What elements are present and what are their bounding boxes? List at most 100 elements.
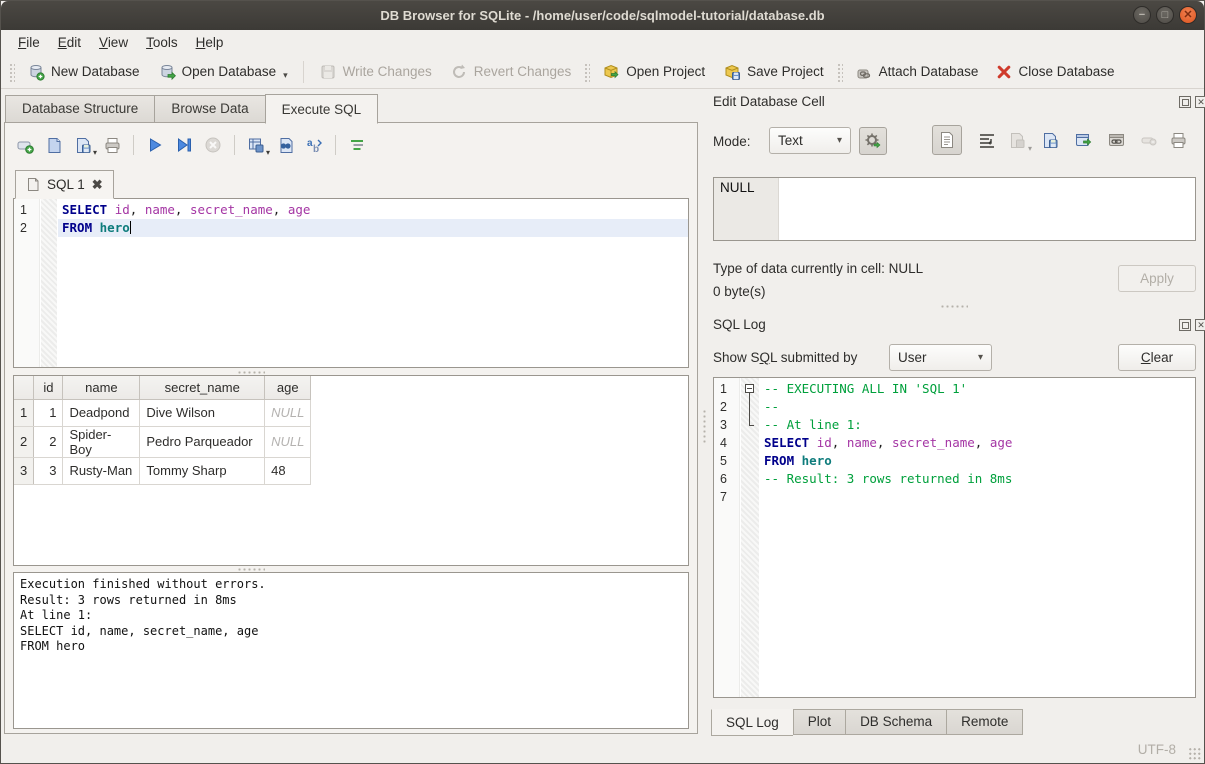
cell-type-info: Type of data currently in cell: NULL [713, 261, 923, 276]
text-mode-icon[interactable] [932, 125, 962, 155]
menu-item-tools[interactable]: Tools [137, 32, 187, 53]
table-cell[interactable]: Pedro Parqueador [140, 426, 265, 457]
menu-item-edit[interactable]: Edit [49, 32, 90, 53]
column-header-id[interactable]: id [34, 376, 63, 399]
minimize-button[interactable]: − [1133, 6, 1151, 24]
save-as-icon[interactable] [1039, 129, 1061, 151]
menu-item-view[interactable]: View [90, 32, 137, 53]
table-cell[interactable]: 3 [34, 457, 63, 484]
panel-splitter-handle[interactable] [702, 409, 707, 443]
table-cell[interactable]: NULL [265, 399, 311, 426]
export-results-caret[interactable]: ▾ [266, 148, 270, 157]
tab-browse-data[interactable]: Browse Data [154, 95, 264, 123]
export-data-icon[interactable] [1072, 129, 1094, 151]
attach-database-icon [855, 63, 873, 81]
float-panel-icon[interactable] [1179, 96, 1191, 108]
column-header-secret_name[interactable]: secret_name [140, 376, 265, 399]
open-database-button[interactable]: Open Database ▾ [149, 58, 297, 86]
execute-line-icon[interactable] [174, 135, 194, 155]
cell-value-editor[interactable]: NULL [713, 177, 1196, 241]
dock-tab-sql-log[interactable]: SQL Log [711, 709, 793, 736]
row-number[interactable]: 1 [14, 399, 34, 426]
open-database-caret[interactable]: ▾ [283, 70, 288, 81]
main-tabbar: Database StructureBrowse DataExecute SQL [5, 96, 378, 123]
find-icon[interactable] [275, 135, 295, 155]
save-sql-caret[interactable]: ▾ [93, 148, 97, 157]
print-icon[interactable] [102, 135, 122, 155]
text-cursor [130, 221, 132, 234]
table-cell[interactable]: Rusty-Man [63, 457, 140, 484]
maximize-button[interactable]: □ [1156, 6, 1174, 24]
sql-log-view[interactable]: 1-- EXECUTING ALL IN 'SQL 1'2--3-- At li… [713, 377, 1196, 698]
cell-value: NULL [714, 178, 779, 240]
table-cell[interactable]: 1 [34, 399, 63, 426]
sql-log-title: SQL Log [713, 317, 766, 332]
clear-log-button[interactable]: Clear [1118, 344, 1196, 371]
new-sql-tab-icon[interactable] [15, 135, 35, 155]
dock-tab-remote[interactable]: Remote [946, 709, 1023, 735]
menu-item-file[interactable]: File [9, 32, 49, 53]
splitter-handle[interactable] [940, 304, 968, 309]
fold-guide-end [749, 425, 754, 426]
menu-item-help[interactable]: Help [187, 32, 233, 53]
fold-collapse-icon[interactable] [745, 384, 754, 393]
column-header-age[interactable]: age [265, 376, 311, 399]
toolbar-separator [133, 135, 134, 155]
table-cell[interactable]: Deadpond [63, 399, 140, 426]
table-corner[interactable] [14, 376, 34, 399]
sql-tab-close-icon[interactable]: ✖ [92, 177, 103, 193]
tab-execute-sql[interactable]: Execute SQL [265, 94, 379, 124]
mode-select[interactable]: Text▾ [769, 127, 851, 154]
attach-database-button[interactable]: Attach Database [846, 58, 988, 86]
save-sql-file-icon[interactable]: ▾ [73, 135, 93, 155]
dock-tab-plot[interactable]: Plot [793, 709, 845, 735]
word-wrap-icon[interactable] [976, 129, 998, 151]
table-cell[interactable]: Dive Wilson [140, 399, 265, 426]
sql-log-line: 6-- Result: 3 rows returned in 8ms [714, 470, 1195, 488]
close-panel-icon[interactable]: ✕ [1195, 96, 1205, 108]
format-sql-icon[interactable] [347, 135, 367, 155]
toolbar-grip[interactable] [583, 62, 590, 82]
column-header-name[interactable]: name [63, 376, 140, 399]
close-database-button[interactable]: Close Database [987, 59, 1123, 85]
status-line: FROM hero [20, 639, 682, 655]
table-cell[interactable]: 48 [265, 457, 311, 484]
resize-grip[interactable] [1188, 747, 1201, 760]
float-panel-icon[interactable] [1179, 319, 1191, 331]
table-cell[interactable]: NULL [265, 426, 311, 457]
table-cell[interactable]: Spider-Boy [63, 426, 140, 457]
table-cell[interactable]: Tommy Sharp [140, 457, 265, 484]
open-sql-file-icon[interactable] [44, 135, 64, 155]
table-row[interactable]: 33Rusty-ManTommy Sharp48 [14, 457, 688, 484]
close-panel-icon[interactable]: ✕ [1195, 319, 1205, 331]
close-button[interactable]: ✕ [1179, 6, 1197, 24]
export-results-icon[interactable]: ▾ [246, 135, 266, 155]
execute-all-icon[interactable] [145, 135, 165, 155]
table-row[interactable]: 22Spider-BoyPedro ParqueadorNULL [14, 426, 688, 457]
tab-database-structure[interactable]: Database Structure [5, 95, 154, 123]
results-grid[interactable]: idnamesecret_nameage11DeadpondDive Wilso… [13, 375, 689, 566]
window-titlebar[interactable]: DB Browser for SQLite - /home/user/code/… [1, 1, 1204, 30]
encoding-indicator: UTF-8 [1138, 742, 1176, 757]
sql-log-line: 1-- EXECUTING ALL IN 'SQL 1' [714, 380, 1195, 398]
import-data-icon: ▾ [1006, 129, 1028, 151]
open-project-button[interactable]: Open Project [593, 58, 714, 86]
row-number[interactable]: 2 [14, 426, 34, 457]
auto-apply-button[interactable] [859, 127, 887, 155]
table-row[interactable]: 11DeadpondDive WilsonNULL [14, 399, 688, 426]
new-database-button[interactable]: New Database [18, 58, 149, 86]
print-cell-icon[interactable] [1167, 129, 1189, 151]
sql-tab[interactable]: SQL 1 ✖ [15, 170, 114, 199]
link-icon[interactable] [1105, 129, 1127, 151]
auto-complete-icon[interactable]: ab [304, 135, 324, 155]
toolbar-grip[interactable] [836, 62, 843, 82]
sql-file-icon [26, 177, 40, 192]
status-line: SELECT id, name, secret_name, age [20, 624, 682, 640]
table-cell[interactable]: 2 [34, 426, 63, 457]
sql-editor[interactable]: 1SELECT id, name, secret_name, age2FROM … [13, 198, 689, 368]
dock-tab-db-schema[interactable]: DB Schema [845, 709, 946, 735]
save-project-button[interactable]: Save Project [714, 58, 833, 86]
sql-filter-select[interactable]: User▾ [889, 344, 992, 371]
row-number[interactable]: 3 [14, 457, 34, 484]
toolbar-grip[interactable] [8, 62, 15, 82]
